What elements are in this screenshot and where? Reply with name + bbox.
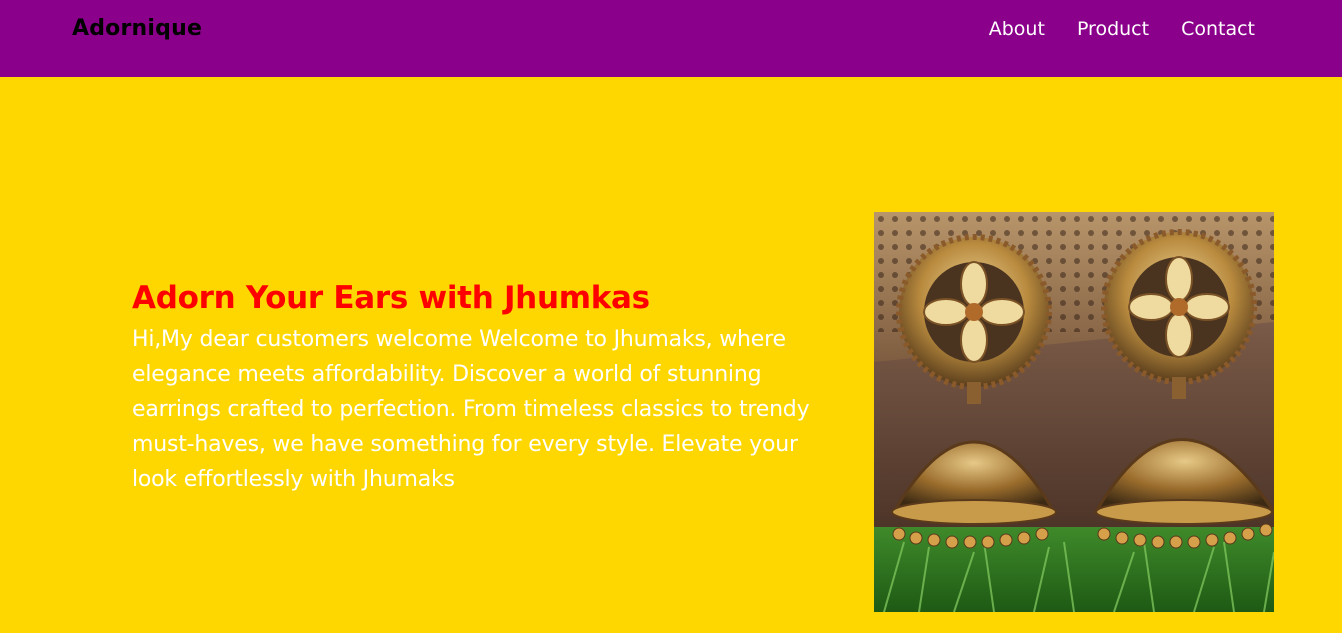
nav-link-contact[interactable]: Contact (1181, 15, 1255, 43)
navbar: Adornique About Product Contact (0, 0, 1342, 77)
hero-text: Adorn Your Ears with Jhumkas Hi,My dear … (132, 278, 822, 497)
nav-links: About Product Contact (989, 15, 1255, 43)
hero-title: Adorn Your Ears with Jhumkas (132, 280, 650, 316)
hero-description: Hi,My dear customers welcome Welcome to … (132, 327, 810, 492)
brand-logo[interactable]: Adornique (72, 14, 202, 44)
nav-link-product[interactable]: Product (1077, 15, 1149, 43)
nav-link-about[interactable]: About (989, 15, 1045, 43)
hero-image-jhumkas (874, 212, 1274, 612)
